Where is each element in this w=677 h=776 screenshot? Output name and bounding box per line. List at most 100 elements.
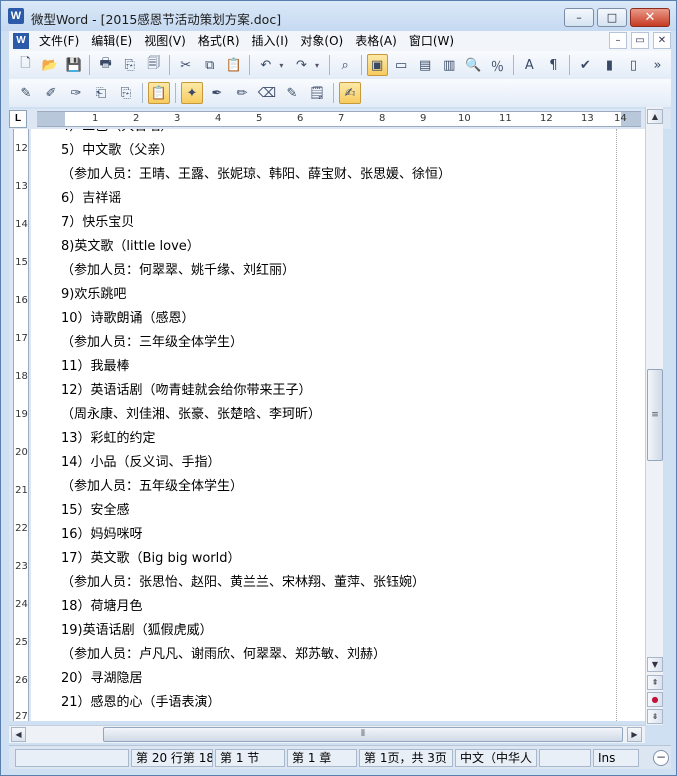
highlight-tool-icon[interactable]: ✦ bbox=[181, 82, 203, 104]
tab-stop-selector[interactable]: L bbox=[9, 110, 27, 128]
document-paragraph[interactable]: （周永康、刘佳湘、张豪、张楚晗、李珂昕） bbox=[61, 405, 321, 425]
document-paragraph[interactable]: 9)欢乐跳吧 bbox=[61, 285, 126, 305]
print-icon[interactable]: 🖶 bbox=[95, 54, 116, 76]
actual-size-icon[interactable]: ▣ bbox=[366, 54, 388, 76]
object-properties-icon[interactable]: ⎗ bbox=[90, 82, 112, 104]
clipboard-object-icon[interactable]: 📋 bbox=[148, 82, 170, 104]
menu-window[interactable]: 窗口(W) bbox=[403, 31, 460, 51]
horizontal-scroll-thumb[interactable]: ⦀ bbox=[103, 727, 623, 742]
document-paragraph[interactable]: 13）彩虹的约定 bbox=[61, 429, 156, 449]
marker-tool-icon[interactable]: ✏ bbox=[231, 82, 253, 104]
document-page[interactable]: 4）三巴（大合唱） 5）中文歌（父亲） （参加人员：王晴、王露、张妮琼、韩阳、薛… bbox=[31, 129, 645, 721]
document-paragraph[interactable]: 20）寻湖隐居 bbox=[61, 669, 143, 689]
menu-file[interactable]: 文件(F) bbox=[33, 31, 85, 51]
doc-close-button[interactable]: ✕ bbox=[653, 32, 671, 49]
horizontal-ruler[interactable]: 1 2 3 4 5 6 7 8 9 10 11 12 13 14 bbox=[37, 111, 641, 127]
format-object-icon[interactable]: ✑ bbox=[65, 82, 87, 104]
insert-object-icon[interactable]: ✎ bbox=[15, 82, 37, 104]
document-paragraph[interactable]: 6）吉祥谣 bbox=[61, 189, 121, 209]
annotation-icon[interactable]: ✍ bbox=[339, 82, 361, 104]
undo-dropdown-icon[interactable]: ▾ bbox=[279, 61, 287, 70]
undo-icon[interactable]: ↶ bbox=[255, 54, 276, 76]
word-count-icon[interactable]: ▮ bbox=[599, 54, 620, 76]
horizontal-scrollbar[interactable]: ◀ ⦀ ▶ bbox=[9, 725, 645, 743]
redo-dropdown-icon[interactable]: ▾ bbox=[315, 61, 323, 70]
spell-check-icon[interactable]: ✔ bbox=[575, 54, 596, 76]
document-paragraph[interactable]: 17）英文歌（Big big world） bbox=[61, 549, 241, 569]
pen-tool-icon[interactable]: ✒ bbox=[206, 82, 228, 104]
toolbar-overflow-icon[interactable]: » bbox=[647, 54, 668, 76]
save-icon[interactable]: 💾 bbox=[63, 54, 84, 76]
maximize-button[interactable]: □ bbox=[597, 8, 627, 27]
doc-restore-button[interactable]: ▭ bbox=[631, 32, 649, 49]
document-paragraph[interactable]: 5）中文歌（父亲） bbox=[61, 141, 173, 161]
scroll-left-icon[interactable]: ◀ bbox=[11, 727, 26, 742]
zoom-out-icon[interactable]: − bbox=[653, 750, 669, 766]
find-icon[interactable]: ⌕ bbox=[335, 54, 356, 76]
status-insert-mode[interactable]: Ins bbox=[593, 749, 639, 767]
doc-statistics-icon[interactable]: ▯ bbox=[623, 54, 644, 76]
document-paragraph[interactable]: （参加人员：王晴、王露、张妮琼、韩阳、薛宝财、张思媛、徐恒） bbox=[61, 165, 451, 185]
menu-view[interactable]: 视图(V) bbox=[138, 31, 192, 51]
scroll-right-icon[interactable]: ▶ bbox=[627, 727, 642, 742]
ruler-number: 14 bbox=[614, 113, 627, 124]
document-paragraph[interactable]: 4）三巴（大合唱） bbox=[61, 129, 173, 137]
single-page-icon[interactable]: ▤ bbox=[415, 54, 436, 76]
horizontal-ruler-row: L 1 2 3 4 5 6 7 8 9 10 11 12 13 14 bbox=[9, 109, 671, 129]
document-paragraph[interactable]: 7）快乐宝贝 bbox=[61, 213, 134, 233]
vruler-number: 22 bbox=[15, 523, 28, 534]
object-layout-icon[interactable]: ⎘ bbox=[115, 82, 137, 104]
document-paragraph[interactable]: 21）感恩的心（手语表演） bbox=[61, 693, 221, 713]
document-paragraph[interactable]: 10）诗歌朗诵（感恩） bbox=[61, 309, 195, 329]
document-paragraph[interactable]: （参加人员：卢凡凡、谢雨欣、何翠翠、郑苏敏、刘赫） bbox=[61, 645, 386, 665]
page-width-icon[interactable]: ▭ bbox=[391, 54, 412, 76]
document-paragraph[interactable]: 8)英文歌（little love） bbox=[61, 237, 200, 257]
vertical-scroll-thumb[interactable]: ≡ bbox=[647, 369, 663, 461]
minimize-button[interactable]: – bbox=[564, 8, 594, 27]
browse-object-icon[interactable]: ● bbox=[647, 692, 663, 707]
document-paragraph[interactable]: 16）妈妈咪呀 bbox=[61, 525, 143, 545]
notes-icon[interactable]: 🗒 bbox=[306, 82, 328, 104]
document-paragraph[interactable]: 18）荷塘月色 bbox=[61, 597, 143, 617]
menu-table[interactable]: 表格(A) bbox=[349, 31, 403, 51]
document-paragraph[interactable]: 12）英语话剧（吻青蛙就会给你带来王子） bbox=[61, 381, 312, 401]
document-paragraph[interactable]: （参加人员：五年级全体学生） bbox=[61, 477, 243, 497]
scroll-down-icon[interactable]: ▼ bbox=[647, 657, 663, 672]
vertical-scrollbar[interactable]: ▲ ≡ ▼ ⇞ ● ⇟ bbox=[645, 107, 663, 725]
new-document-icon[interactable]: 🗋 bbox=[15, 54, 36, 76]
pdf-icon[interactable]: ⎘ bbox=[119, 54, 140, 76]
next-page-icon[interactable]: ⇟ bbox=[647, 709, 663, 724]
menu-object[interactable]: 对象(O) bbox=[294, 31, 349, 51]
vruler-number: 14 bbox=[15, 219, 28, 230]
close-button[interactable]: ✕ bbox=[630, 8, 670, 27]
scroll-up-icon[interactable]: ▲ bbox=[647, 109, 663, 124]
document-paragraph[interactable]: 14）小品（反义词、手指） bbox=[61, 453, 221, 473]
two-pages-icon[interactable]: ▥ bbox=[439, 54, 460, 76]
zoom-icon[interactable]: 🔍 bbox=[463, 54, 484, 76]
eraser-tool-icon[interactable]: ⌫ bbox=[256, 82, 278, 104]
vertical-ruler[interactable]: 12 13 14 15 16 17 18 19 20 21 22 23 24 2… bbox=[9, 129, 31, 722]
doc-minimize-button[interactable]: – bbox=[609, 32, 627, 49]
document-paragraph[interactable]: 15）安全感 bbox=[61, 501, 130, 521]
previous-page-icon[interactable]: ⇞ bbox=[647, 675, 663, 690]
redo-icon[interactable]: ↷ bbox=[291, 54, 312, 76]
pencil-outline-icon[interactable]: ✎ bbox=[281, 82, 303, 104]
edit-object-icon[interactable]: ✐ bbox=[40, 82, 62, 104]
copy-icon[interactable]: ⧉ bbox=[199, 54, 220, 76]
cut-icon[interactable]: ✂ bbox=[175, 54, 196, 76]
open-folder-icon[interactable]: 📂 bbox=[39, 54, 60, 76]
zoom-percent-icon[interactable]: ％ bbox=[487, 54, 508, 76]
document-paragraph[interactable]: 11）我最棒 bbox=[61, 357, 130, 377]
document-paragraph[interactable]: 19)英语话剧（狐假虎威） bbox=[61, 621, 213, 641]
paste-icon[interactable]: 📋 bbox=[223, 54, 244, 76]
menu-format[interactable]: 格式(R) bbox=[192, 31, 246, 51]
document-icon[interactable]: W bbox=[13, 33, 29, 49]
menu-insert[interactable]: 插入(I) bbox=[246, 31, 295, 51]
document-paragraph[interactable]: （参加人员：何翠翠、姚千缘、刘红丽） bbox=[61, 261, 295, 281]
paragraph-format-icon[interactable]: ¶ bbox=[543, 54, 564, 76]
menu-edit[interactable]: 编辑(E) bbox=[85, 31, 138, 51]
document-paragraph[interactable]: （参加人员：三年级全体学生） bbox=[61, 333, 243, 353]
print-preview-icon[interactable]: 🗐 bbox=[143, 54, 164, 76]
document-paragraph[interactable]: （参加人员：张思怡、赵阳、黄兰兰、宋林翔、董萍、张钰婉） bbox=[61, 573, 425, 593]
font-color-icon[interactable]: A bbox=[519, 54, 540, 76]
